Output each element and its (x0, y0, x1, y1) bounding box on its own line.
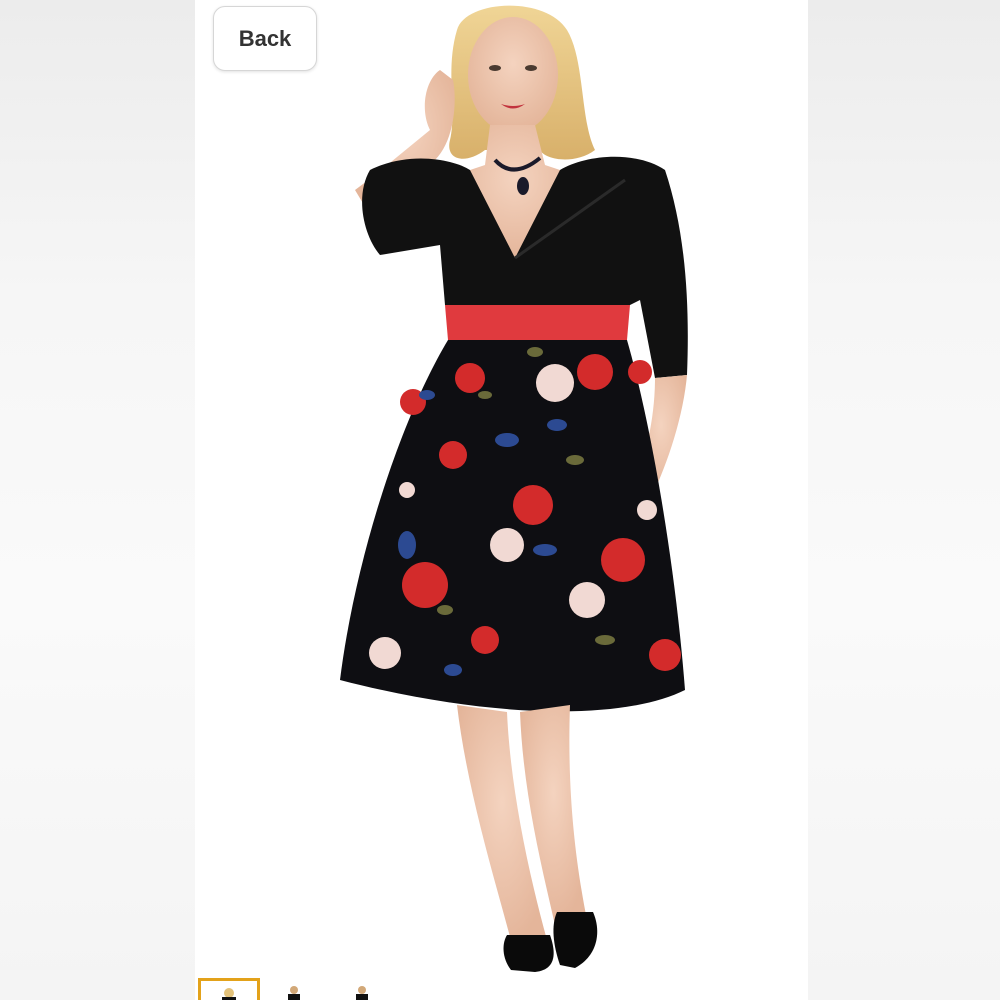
left-backdrop (0, 0, 195, 1000)
back-button[interactable]: Back (213, 6, 317, 71)
thumbnail-1[interactable] (198, 978, 260, 1000)
product-photo (195, 0, 808, 975)
image-viewer: Back (0, 0, 1000, 1000)
thumbnail-2[interactable] (270, 978, 332, 1000)
thumbnail-2-image (288, 986, 300, 1000)
right-backdrop (808, 0, 1000, 1000)
thumbnail-3[interactable] (337, 978, 399, 1000)
thumbnail-3-image (356, 986, 368, 1000)
thumbnail-strip (195, 975, 808, 1000)
thumbnail-1-image (222, 988, 236, 1000)
model-in-floral-dress-illustration (340, 5, 688, 972)
